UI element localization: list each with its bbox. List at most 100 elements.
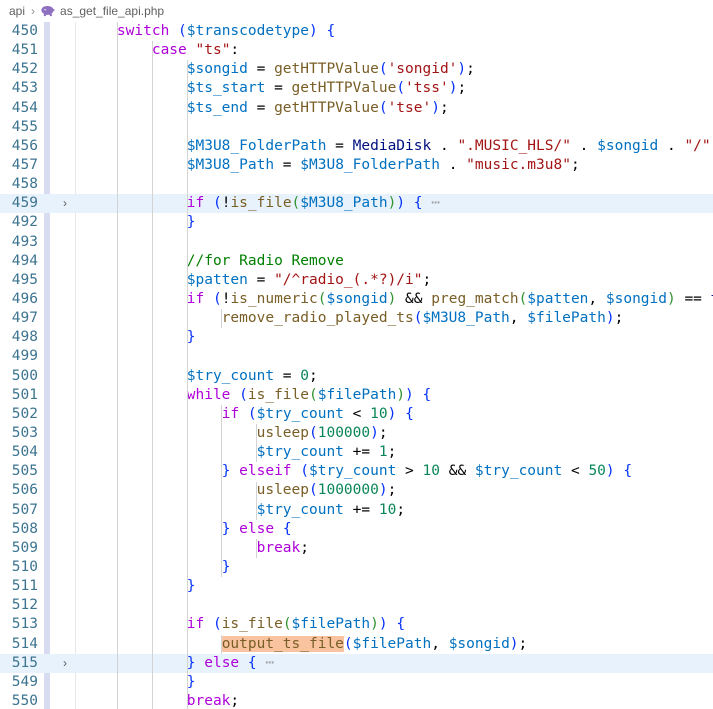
line-number: 499	[11, 348, 38, 365]
code-text: break;	[186, 692, 240, 709]
code-line[interactable]: 499	[0, 347, 713, 366]
line-number: 496	[11, 290, 38, 307]
code-line[interactable]: 507 $try_count += 10;	[0, 501, 713, 520]
code-line[interactable]: 506 usleep(1000000);	[0, 481, 713, 500]
code-line[interactable]: 456 $M3U8_FolderPath = MediaDisk . ".MUS…	[0, 137, 713, 156]
code-text: }	[186, 329, 196, 346]
line-number: 511	[11, 578, 38, 595]
code-text: if (!is_file($M3U8_Path)) { ⋯	[186, 195, 441, 212]
line-number: 501	[11, 386, 38, 403]
code-text: usleep(1000000);	[256, 482, 397, 499]
indent-guide	[116, 22, 118, 709]
code-text: $songid = getHTTPValue('songid');	[186, 61, 475, 78]
code-line[interactable]: 501 while (is_file($filePath)) {	[0, 386, 713, 405]
code-text: remove_radio_played_ts($M3U8_Path, $file…	[221, 310, 624, 327]
code-line[interactable]: 505 } elseif ($try_count > 10 && $try_co…	[0, 462, 713, 481]
code-text: } else { ⋯	[186, 654, 276, 671]
indent-guide	[221, 309, 223, 329]
breadcrumb-folder[interactable]: api	[8, 4, 26, 18]
indent-guide	[151, 41, 153, 709]
code-line[interactable]: 455	[0, 118, 713, 137]
code-line[interactable]: 510 }	[0, 558, 713, 577]
code-line[interactable]: 511 }	[0, 577, 713, 596]
code-text: }	[186, 578, 196, 595]
code-line[interactable]: 457 $M3U8_Path = $M3U8_FolderPath . "mus…	[0, 156, 713, 175]
code-line[interactable]: 508 } else {	[0, 520, 713, 539]
line-number: 450	[11, 23, 38, 39]
indent-guide	[221, 405, 223, 578]
indent-guide	[186, 60, 188, 709]
code-line[interactable]: 459 › if (!is_file($M3U8_Path)) { ⋯	[0, 194, 713, 214]
line-number: 457	[11, 156, 38, 173]
code-line[interactable]: 550 break;	[0, 692, 713, 709]
code-line[interactable]: 498 }	[0, 328, 713, 347]
line-number: 507	[11, 501, 38, 518]
code-text: }	[186, 673, 196, 690]
indent-guide	[221, 634, 223, 654]
line-number: 503	[11, 424, 38, 441]
line-number: 515	[11, 654, 38, 671]
code-line[interactable]: 549 }	[0, 673, 713, 692]
line-number: 514	[11, 635, 38, 652]
code-line[interactable]: 513 if (is_file($filePath)) {	[0, 615, 713, 634]
code-line[interactable]: 514 output_ts_file($filePath, $songid);	[0, 635, 713, 654]
line-number: 508	[11, 520, 38, 537]
code-line[interactable]: 504 $try_count += 1;	[0, 443, 713, 462]
code-text: output_ts_file($filePath, $songid);	[221, 635, 528, 652]
indent-guide	[256, 424, 258, 463]
fold-chevron-collapsed-icon[interactable]: ›	[58, 654, 72, 673]
code-line[interactable]: 515 › } else { ⋯	[0, 653, 713, 673]
code-line[interactable]: 451 case "ts":	[0, 41, 713, 60]
code-line[interactable]: 503 usleep(100000);	[0, 424, 713, 443]
line-number: 509	[11, 539, 38, 556]
line-number: 502	[11, 405, 38, 422]
code-line[interactable]: 494 //for Radio Remove	[0, 252, 713, 271]
line-number: 504	[11, 444, 38, 461]
code-text: if ($try_count < 10) {	[221, 405, 414, 422]
line-number: 454	[11, 99, 38, 116]
code-text: $M3U8_FolderPath = MediaDisk . ".MUSIC_H…	[186, 137, 713, 154]
code-text: } elseif ($try_count > 10 && $try_count …	[221, 463, 633, 480]
line-number: 452	[11, 61, 38, 78]
code-line[interactable]: 496 if (!is_numeric($songid) && preg_mat…	[0, 290, 713, 309]
code-editor[interactable]: 450 switch ($transcodetype) {451 case "t…	[0, 22, 713, 709]
fold-chevron-collapsed-icon[interactable]: ›	[58, 194, 72, 213]
line-number: 549	[11, 673, 38, 690]
code-line[interactable]: 500 $try_count = 0;	[0, 367, 713, 386]
code-text: case "ts":	[151, 42, 240, 59]
code-line[interactable]: 452 $songid = getHTTPValue('songid');	[0, 60, 713, 79]
line-number: 493	[11, 233, 38, 250]
code-text: switch ($transcodetype) {	[116, 23, 336, 39]
breadcrumb: api › as_get_file_api.php	[0, 0, 713, 22]
code-text: //for Radio Remove	[186, 252, 344, 269]
code-text: break;	[256, 539, 309, 556]
code-line[interactable]: 493	[0, 233, 713, 252]
code-text: $ts_end = getHTTPValue('tse');	[186, 99, 449, 116]
code-line[interactable]: 453 $ts_start = getHTTPValue('tss');	[0, 79, 713, 98]
code-line[interactable]: 509 break;	[0, 539, 713, 558]
code-line[interactable]: 497 remove_radio_played_ts($M3U8_Path, $…	[0, 309, 713, 328]
line-number: 455	[11, 118, 38, 135]
code-line[interactable]: 502 if ($try_count < 10) {	[0, 405, 713, 424]
line-number: 498	[11, 329, 38, 346]
code-text: }	[186, 214, 196, 231]
breadcrumb-file[interactable]: as_get_file_api.php	[40, 4, 164, 18]
code-line[interactable]: 450 switch ($transcodetype) {	[0, 22, 713, 41]
code-text: $try_count += 1;	[256, 444, 397, 461]
code-line[interactable]: 492 }	[0, 213, 713, 232]
indent-guide	[256, 539, 258, 559]
code-line[interactable]: 458	[0, 175, 713, 194]
line-number: 456	[11, 137, 38, 154]
line-number: 506	[11, 482, 38, 499]
code-line[interactable]: 512	[0, 596, 713, 615]
breadcrumb-separator-icon: ›	[31, 4, 36, 18]
code-text: } else {	[221, 520, 292, 537]
line-number: 458	[11, 176, 38, 193]
code-text: $try_count += 10;	[256, 501, 406, 518]
line-number: 453	[11, 80, 38, 97]
code-text: }	[221, 558, 231, 575]
line-number: 505	[11, 463, 38, 480]
code-line[interactable]: 454 $ts_end = getHTTPValue('tse');	[0, 99, 713, 118]
line-number: 495	[11, 271, 38, 288]
code-line[interactable]: 495 $patten = "/^radio_(.*?)/i";	[0, 271, 713, 290]
